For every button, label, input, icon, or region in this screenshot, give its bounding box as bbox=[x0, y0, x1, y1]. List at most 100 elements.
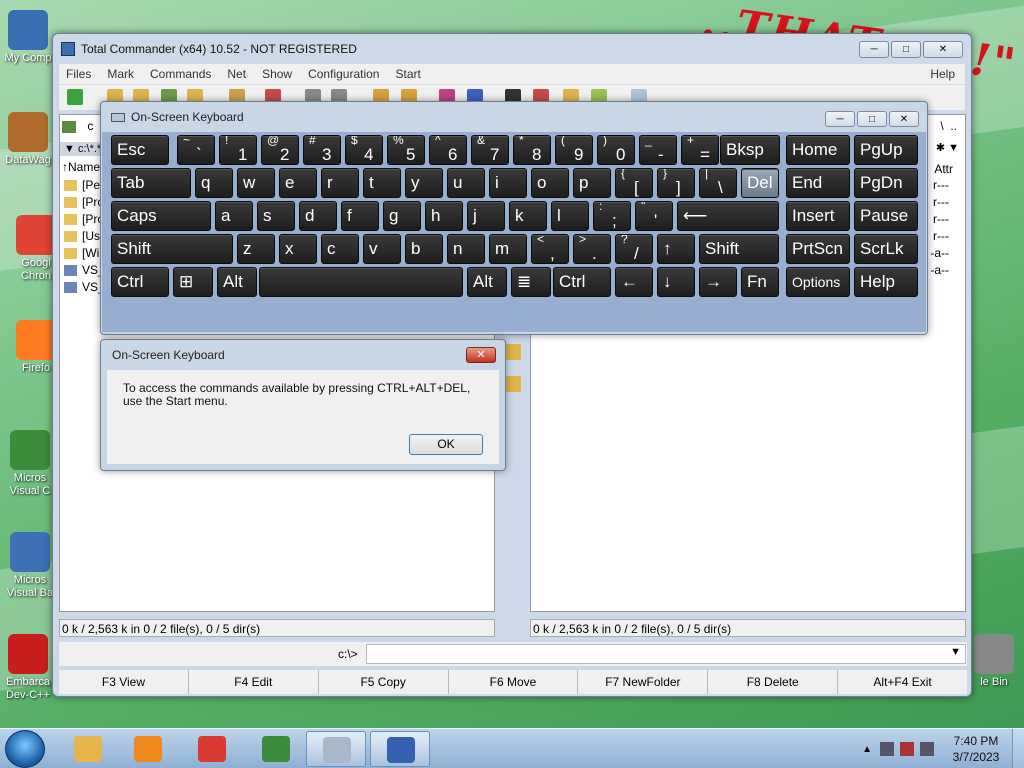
enter-key[interactable]: ⟵ bbox=[677, 201, 779, 231]
chevron-down-icon[interactable]: ✱ ▼ bbox=[936, 141, 959, 154]
desktop-icon[interactable]: My Comp bbox=[2, 10, 54, 65]
x-key[interactable]: x bbox=[279, 234, 317, 264]
dialog-close-button[interactable]: ✕ bbox=[466, 347, 496, 363]
p-key[interactable]: p bbox=[573, 168, 611, 198]
b-key[interactable]: b bbox=[405, 234, 443, 264]
right-ctrl-key[interactable]: Ctrl bbox=[553, 267, 611, 297]
attr-column-header[interactable]: Attr bbox=[934, 162, 953, 176]
menu-help[interactable]: Help bbox=[930, 67, 955, 81]
t-key[interactable]: t bbox=[363, 168, 401, 198]
y-key[interactable]: y bbox=[405, 168, 443, 198]
minus-key[interactable]: _ - bbox=[639, 135, 677, 165]
0-key[interactable]: ) 0 bbox=[597, 135, 635, 165]
context-menu-key[interactable]: ≣ bbox=[511, 267, 551, 297]
backtick-key[interactable]: ~ ` bbox=[177, 135, 215, 165]
taskbar-app-csharp[interactable] bbox=[246, 731, 306, 767]
minimize-button[interactable]: ─ bbox=[825, 111, 855, 127]
insert-key[interactable]: Insert bbox=[786, 201, 850, 231]
f4-edit-button[interactable]: F4 Edit bbox=[189, 670, 319, 694]
k-key[interactable]: k bbox=[509, 201, 547, 231]
pack-side-icon[interactable] bbox=[505, 344, 521, 360]
8-key[interactable]: * 8 bbox=[513, 135, 551, 165]
right-bracket-key[interactable]: }] bbox=[657, 168, 695, 198]
chevron-down-icon[interactable]: ▼ bbox=[950, 646, 961, 658]
left-ctrl-key[interactable]: Ctrl bbox=[111, 267, 169, 297]
f5-copy-button[interactable]: F5 Copy bbox=[319, 670, 449, 694]
left-alt-key[interactable]: Alt bbox=[217, 267, 257, 297]
m-key[interactable]: m bbox=[489, 234, 527, 264]
show-desktop-button[interactable] bbox=[1012, 729, 1024, 768]
prtscn-key[interactable]: PrtScn bbox=[786, 234, 850, 264]
d-key[interactable]: d bbox=[299, 201, 337, 231]
clock[interactable]: 7:40 PM 3/7/2023 bbox=[940, 733, 1012, 765]
desktop-icon[interactable]: Embarca Dev-C++ bbox=[2, 634, 54, 702]
fn-key[interactable]: Fn bbox=[741, 267, 779, 297]
menu-show[interactable]: Show bbox=[262, 67, 292, 81]
7-key[interactable]: & 7 bbox=[471, 135, 509, 165]
menu-configuration[interactable]: Configuration bbox=[308, 67, 379, 81]
pgdn-key[interactable]: PgDn bbox=[854, 168, 918, 198]
network-icon[interactable] bbox=[880, 742, 894, 756]
semicolon-key[interactable]: :; bbox=[593, 201, 631, 231]
alt-f4-exit-button[interactable]: Alt+F4 Exit bbox=[838, 670, 967, 694]
i-key[interactable]: i bbox=[489, 168, 527, 198]
o-key[interactable]: o bbox=[531, 168, 569, 198]
left-arrow-key[interactable]: ← bbox=[615, 267, 653, 297]
4-key[interactable]: $4 bbox=[345, 135, 383, 165]
maximize-button[interactable]: □ bbox=[891, 41, 921, 58]
desktop-icon[interactable]: Micros Visual Ba bbox=[4, 532, 56, 600]
tab-key[interactable]: Tab bbox=[111, 168, 191, 198]
ok-button[interactable]: OK bbox=[409, 434, 483, 455]
desktop-icon[interactable]: Micros Visual C bbox=[4, 430, 56, 498]
title-bar[interactable]: Total Commander (x64) 10.52 - NOT REGIST… bbox=[53, 34, 971, 64]
3-key[interactable]: #3 bbox=[303, 135, 341, 165]
q-key[interactable]: q bbox=[195, 168, 233, 198]
up-arrow-key[interactable]: ↑ bbox=[657, 234, 695, 264]
1-key[interactable]: ! 1 bbox=[219, 135, 257, 165]
menu-commands[interactable]: Commands bbox=[150, 67, 211, 81]
slash-key[interactable]: ? / bbox=[615, 234, 653, 264]
volume-icon[interactable] bbox=[920, 742, 934, 756]
start-button[interactable] bbox=[5, 730, 45, 768]
5-key[interactable]: % 5 bbox=[387, 135, 425, 165]
osk-title-bar[interactable]: On-Screen Keyboard bbox=[101, 102, 927, 132]
h-key[interactable]: h bbox=[425, 201, 463, 231]
left-bracket-key[interactable]: {[ bbox=[615, 168, 653, 198]
maximize-button[interactable]: □ bbox=[857, 111, 887, 127]
s-key[interactable]: s bbox=[257, 201, 295, 231]
e-key[interactable]: e bbox=[279, 168, 317, 198]
2-key[interactable]: @2 bbox=[261, 135, 299, 165]
f-key[interactable]: f bbox=[341, 201, 379, 231]
a-key[interactable]: a bbox=[215, 201, 253, 231]
quote-key[interactable]: " ' bbox=[635, 201, 673, 231]
scrlk-key[interactable]: ScrLk bbox=[854, 234, 918, 264]
menu-mark[interactable]: Mark bbox=[107, 67, 134, 81]
menu-start[interactable]: Start bbox=[395, 67, 420, 81]
left-shift-key[interactable]: Shift bbox=[111, 234, 233, 264]
l-key[interactable]: l bbox=[551, 201, 589, 231]
right-arrow-key[interactable]: → bbox=[699, 267, 737, 297]
equals-key[interactable]: + = bbox=[681, 135, 719, 165]
n-key[interactable]: n bbox=[447, 234, 485, 264]
help-key[interactable]: Help bbox=[854, 267, 918, 297]
space-key[interactable] bbox=[259, 267, 463, 297]
z-key[interactable]: z bbox=[237, 234, 275, 264]
f8-delete-button[interactable]: F8 Delete bbox=[708, 670, 839, 694]
v-key[interactable]: v bbox=[363, 234, 401, 264]
g-key[interactable]: g bbox=[383, 201, 421, 231]
close-button[interactable]: ✕ bbox=[923, 41, 963, 58]
backslash-key[interactable]: | \ bbox=[699, 168, 737, 198]
taskbar-app-on-screen-keyboard[interactable] bbox=[306, 731, 366, 767]
minimize-button[interactable]: ─ bbox=[859, 41, 889, 58]
menu-files[interactable]: Files bbox=[66, 67, 91, 81]
right-alt-key[interactable]: Alt bbox=[467, 267, 507, 297]
unpack-side-icon[interactable] bbox=[505, 376, 521, 392]
home-key[interactable]: Home bbox=[786, 135, 850, 165]
menu-net[interactable]: Net bbox=[227, 67, 246, 81]
6-key[interactable]: ^ 6 bbox=[429, 135, 467, 165]
f6-move-button[interactable]: F6 Move bbox=[449, 670, 579, 694]
right-shift-key[interactable]: Shift bbox=[699, 234, 779, 264]
windows-key[interactable]: ⊞ bbox=[173, 267, 213, 297]
taskbar-app-total-commander[interactable] bbox=[370, 731, 430, 767]
c-key[interactable]: c bbox=[321, 234, 359, 264]
